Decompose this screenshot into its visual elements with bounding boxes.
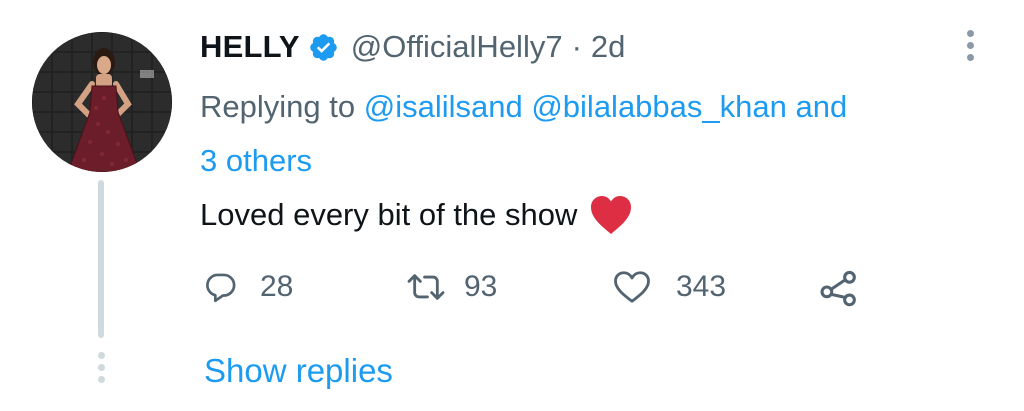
tweet-text: Loved every bit of the show [200,188,633,242]
tweet-time[interactable]: 2d [591,29,625,65]
reply-bubble-icon [204,270,238,304]
avatar-image [32,32,172,172]
mention-link[interactable]: @isalilsand [364,89,523,124]
mention-link[interactable]: @bilalabbas_khan [531,89,787,124]
red-heart-emoji-icon [589,195,633,235]
thread-line [98,180,104,338]
user-handle[interactable]: @OfficialHelly7 [351,29,563,65]
retweet-button[interactable]: 93 [406,262,497,312]
thread-dots [96,352,106,386]
like-button[interactable]: 343 [612,262,726,312]
action-bar: 28 93 343 [200,262,900,312]
tweet-body: Loved every bit of the show [200,197,578,232]
heart-outline-icon [612,269,652,305]
replying-to: Replying to @isalilsand @bilalabbas_khan… [200,80,1000,188]
others-link[interactable]: 3 others [200,143,312,178]
more-vertical-icon[interactable] [956,30,984,66]
reply-button[interactable]: 28 [204,262,293,312]
display-name[interactable]: HELLY [200,29,300,65]
avatar[interactable] [32,32,172,172]
separator-dot: · [571,29,582,64]
share-icon [818,266,860,308]
show-replies-link[interactable]: Show replies [204,344,393,398]
replying-prefix: Replying to [200,89,356,124]
reply-count: 28 [260,270,294,303]
mention-joiner[interactable]: and [796,89,848,124]
tweet-header: HELLY @OfficialHelly7 · 2d [200,22,625,72]
retweet-count: 93 [464,270,498,303]
verified-badge-icon [308,32,339,63]
retweet-icon [406,270,446,304]
like-count: 343 [676,270,727,303]
share-button[interactable] [818,262,860,312]
